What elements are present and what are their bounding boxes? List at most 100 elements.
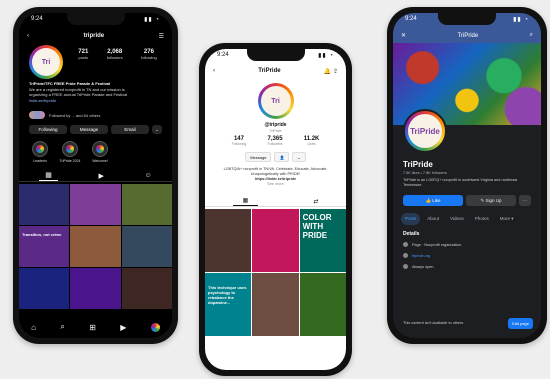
follower-avatars	[29, 111, 45, 119]
post-thumbnail[interactable]	[121, 184, 172, 225]
avatar[interactable]: Tri	[29, 45, 63, 79]
grid-tab-icon[interactable]: ▦	[39, 171, 58, 181]
facebook-screen: 9:24 ▮▮ ◔ ✕ TriPride ⌕ TriPride TriPride…	[393, 13, 541, 338]
profile-subname: TriPride	[269, 129, 282, 133]
tiktok-phone: 9:24 ▮▮ ◔ ‹ TriPride 🔔 ⇪ Tri @tripride T…	[199, 43, 352, 376]
followed-by[interactable]: Followed by ... and 64 others	[29, 111, 162, 119]
detail-row: Page · Nonprofit organization	[403, 242, 531, 247]
video-thumbnail[interactable]: This technique uses psychology to rebala…	[205, 273, 252, 336]
back-icon[interactable]: ‹	[213, 68, 215, 74]
video-thumbnail[interactable]	[205, 209, 252, 272]
reels-icon[interactable]: ▶	[120, 323, 126, 332]
post-thumbnail[interactable]: Transition, not crime	[19, 226, 70, 267]
reels-tab-icon[interactable]: ▶	[99, 172, 104, 180]
post-thumbnail[interactable]	[121, 268, 172, 309]
profile-icon[interactable]	[150, 322, 160, 332]
post-thumbnail[interactable]	[70, 184, 121, 225]
post-thumbnail[interactable]	[70, 268, 121, 309]
profile-stats: 147 Following 7,365 Followers 11.2K Likes	[221, 136, 330, 146]
avatar-logo: Tri	[260, 86, 291, 116]
page-description: TriPride is an LGBTQ+ nonprofit in south…	[403, 178, 518, 187]
message-button[interactable]: Message	[70, 125, 108, 134]
profile-bio: TriPride/TFC FREE Pride Parade & Festiva…	[29, 81, 162, 103]
tab-photos[interactable]: Photos	[471, 213, 493, 225]
see-more-link[interactable]: See more	[217, 182, 334, 187]
page-header-title: TriPride	[457, 33, 479, 39]
stat-likes[interactable]: 11.2K Likes	[304, 136, 320, 146]
video-grid: Color with Pride This technique uses psyc…	[205, 209, 346, 336]
bottom-nav: ⌂ ⌕ ⊞ ▶	[19, 316, 172, 338]
content-tabs: ▦ ⇄	[205, 196, 346, 207]
email-button[interactable]: Email	[111, 125, 149, 134]
post-thumbnail[interactable]	[19, 268, 70, 309]
status-time: 9:24	[217, 52, 229, 58]
page-notice: This content isn't available to others E…	[403, 318, 533, 329]
post-thumbnail[interactable]	[19, 184, 70, 225]
page-tabs: Posts About Videos Photos More ▾	[401, 213, 533, 225]
detail-row: Always open	[403, 264, 531, 269]
search-icon[interactable]: ⌕	[60, 322, 64, 332]
reposts-tab-icon[interactable]: ⇄	[313, 198, 318, 205]
bio-link[interactable]: linktr.ee/tripride	[29, 98, 162, 104]
tab-about[interactable]: About	[423, 213, 443, 225]
post-thumbnail[interactable]	[70, 226, 121, 267]
signal-icon: ▮▮ ◔	[144, 17, 160, 23]
highlight[interactable]: TriPride 2024	[59, 141, 81, 163]
search-icon[interactable]: ⌕	[530, 32, 533, 39]
stat-following[interactable]: 276 following	[141, 49, 157, 60]
stat-followers[interactable]: 2,068 followers	[107, 49, 123, 60]
post-thumbnail[interactable]	[121, 226, 172, 267]
tab-posts[interactable]: Posts	[401, 213, 421, 225]
video-thumbnail[interactable]	[252, 273, 299, 336]
close-icon[interactable]: ✕	[401, 32, 406, 39]
follow-user-icon[interactable]: 👤	[274, 152, 290, 162]
bio-text: LGBTQIA+ nonprofit in TN/VA. Celebrate, …	[223, 167, 328, 176]
stat-followers[interactable]: 7,365 Followers	[268, 136, 283, 146]
sign-up-button[interactable]: ✎ Sign Up	[466, 195, 516, 206]
dropdown-icon[interactable]: ⌄	[292, 152, 306, 162]
profile-username: tripride	[83, 33, 105, 39]
edit-page-button[interactable]: Edit page	[508, 318, 533, 329]
like-button[interactable]: 👍 Like	[403, 195, 463, 206]
tagged-tab-icon[interactable]: ☺	[145, 172, 152, 179]
signal-icon: ▮▮ ◔	[513, 17, 529, 23]
post-grid: Transition, not crime	[19, 184, 172, 309]
profile-header: ‹ TriPride 🔔 ⇪	[213, 65, 338, 77]
instagram-screen: 9:24 ▮▮ ◔ ‹ tripride ☰ Tri 721 posts 2,06…	[19, 13, 172, 338]
video-thumbnail[interactable]	[252, 209, 299, 272]
more-button[interactable]: ···	[519, 195, 531, 206]
followed-by-text: Followed by ... and 64 others	[49, 112, 101, 118]
highlights: Leaderin TriPride 2024 Welcome!	[29, 141, 111, 163]
video-thumbnail[interactable]	[299, 273, 346, 336]
message-button[interactable]: Message	[245, 152, 272, 162]
notice-text: This content isn't available to others	[403, 321, 464, 325]
avatar[interactable]: Tri	[257, 83, 294, 119]
tab-more[interactable]: More ▾	[496, 213, 518, 225]
tab-videos[interactable]: Videos	[446, 213, 468, 225]
detail-row[interactable]: tripride.org	[403, 253, 531, 258]
highlight[interactable]: Leaderin	[29, 141, 51, 163]
create-icon[interactable]: ⊞	[89, 323, 96, 332]
stat-posts[interactable]: 721 posts	[78, 49, 88, 60]
menu-icon[interactable]: ☰	[159, 33, 164, 40]
avatar[interactable]: TriPride	[403, 109, 447, 153]
highlight[interactable]: Welcome!	[89, 141, 111, 163]
page-meta: 7.5K likes • 7.8K followers	[403, 171, 447, 175]
video-caption: Color with Pride	[302, 213, 332, 240]
more-button[interactable]: ⌄	[152, 125, 162, 134]
video-caption: This technique uses psychology to rebala…	[208, 285, 247, 305]
following-button[interactable]: Following	[29, 125, 67, 134]
home-icon[interactable]: ⌂	[31, 323, 36, 332]
share-icon[interactable]: 🔔 ⇪	[324, 68, 338, 75]
status-time: 9:24	[31, 16, 43, 22]
video-thumbnail[interactable]: Color with Pride	[299, 209, 346, 272]
tiktok-screen: 9:24 ▮▮ ◔ ‹ TriPride 🔔 ⇪ Tri @tripride T…	[205, 49, 346, 370]
signal-icon: ▮▮ ◔	[318, 53, 334, 59]
details-section: Details Page · Nonprofit organization tr…	[403, 231, 531, 275]
videos-tab-icon[interactable]: ▦	[232, 197, 259, 206]
stat-following[interactable]: 147 Following	[232, 136, 247, 146]
back-icon[interactable]: ‹	[27, 33, 29, 39]
status-bar: 9:24 ▮▮ ◔	[217, 52, 334, 59]
profile-actions: Message 👤 ⌄	[205, 152, 346, 162]
profile-actions: Following Message Email ⌄	[29, 125, 162, 134]
